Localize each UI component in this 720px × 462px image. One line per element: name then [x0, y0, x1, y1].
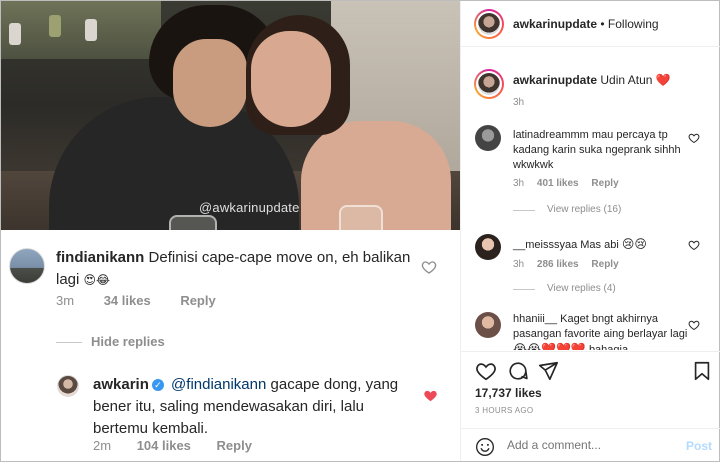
- photo-glass: [169, 215, 217, 230]
- bookmark-icon[interactable]: [691, 360, 713, 382]
- photo-window: [1, 1, 161, 59]
- comment-emoji: 😢😢: [621, 237, 647, 251]
- comment-username[interactable]: hhaniii__: [513, 313, 557, 325]
- comment-username[interactable]: awkarin: [93, 376, 149, 393]
- divider: [513, 210, 535, 211]
- header-account: awkarinupdate • Following: [513, 17, 659, 31]
- follow-status[interactable]: • Following: [600, 17, 658, 31]
- comment-meta: 3m 34 likes Reply: [56, 293, 242, 308]
- caption-username[interactable]: awkarinupdate: [513, 73, 597, 87]
- comment-text: findianikann Definisi cape-cape move on,…: [56, 247, 416, 291]
- post-button[interactable]: Post: [686, 439, 712, 453]
- comment-tail: bahagia: [588, 344, 629, 350]
- divider: [513, 289, 535, 290]
- comment-clip: hhaniii__ Kaget bngt akhirnya pasangan f…: [513, 312, 693, 350]
- post-sidebar: awkarinupdate • Following awkarinupdate …: [460, 1, 720, 461]
- view-replies-button[interactable]: View replies (4): [547, 283, 616, 294]
- emoji-icon[interactable]: [475, 437, 495, 457]
- like-heart-icon[interactable]: [421, 259, 437, 275]
- comment-meta: 2m 104 likes Reply: [93, 438, 274, 453]
- post-actions: 17,737 likes 3 HOURS AGO Post: [461, 351, 720, 461]
- like-heart-icon[interactable]: [688, 132, 700, 144]
- reply-button[interactable]: Reply: [591, 259, 618, 270]
- comment-username[interactable]: findianikann: [56, 249, 144, 266]
- comment-icon[interactable]: [507, 360, 529, 382]
- caption-text: Udin Atun: [600, 73, 653, 87]
- photo-vase: [9, 23, 21, 45]
- photo-vase: [85, 19, 97, 41]
- comment-text: __meisssyaa Mas abi 😢😢: [513, 237, 693, 253]
- caption-time: 3h: [513, 97, 525, 108]
- photo-man-face: [173, 39, 247, 127]
- avatar[interactable]: [57, 375, 79, 397]
- comment-time: 3h: [513, 259, 525, 270]
- left-panel: @awkarinupdate findianikann Definisi cap…: [1, 1, 460, 461]
- like-heart-icon[interactable]: [688, 319, 700, 331]
- add-comment-bar: Post: [461, 428, 720, 462]
- profile-avatar[interactable]: [474, 9, 504, 39]
- share-icon[interactable]: [537, 360, 559, 382]
- reply-button[interactable]: Reply: [180, 293, 215, 308]
- comment-emoji: 😍😂: [83, 273, 111, 287]
- comment-username[interactable]: __meisssyaa: [513, 239, 577, 251]
- comment-likes[interactable]: 401 likes: [537, 178, 579, 189]
- photo-watermark: @awkarinupdate: [199, 200, 300, 215]
- reply-button[interactable]: Reply: [217, 438, 252, 453]
- comment-text: hhaniii__ Kaget bngt akhirnya pasangan f…: [513, 312, 693, 350]
- caption: awkarinupdate Udin Atun ❤️: [513, 73, 671, 87]
- photo-vase: [49, 15, 61, 37]
- comment-likes[interactable]: 104 likes: [137, 438, 191, 453]
- verified-badge-icon: ✓: [151, 379, 164, 391]
- comment-time: 3m: [56, 293, 75, 308]
- comment-likes[interactable]: 34 likes: [104, 293, 151, 308]
- view-replies-button[interactable]: View replies (16): [547, 204, 621, 215]
- mention-link[interactable]: @findianikann: [171, 376, 266, 393]
- divider: [56, 342, 82, 343]
- avatar[interactable]: [475, 312, 501, 338]
- photo-woman-face: [251, 31, 331, 127]
- comment-text: latinadreammm mau percaya tp kadang kari…: [513, 128, 693, 173]
- heart-icon[interactable]: [475, 360, 497, 382]
- caption-avatar[interactable]: [474, 69, 504, 99]
- comment-body: Mas abi: [580, 239, 619, 251]
- comment-time: 2m: [93, 438, 112, 453]
- photo-glass: [339, 205, 383, 230]
- avatar[interactable]: [475, 125, 501, 151]
- comment-input[interactable]: [507, 438, 657, 452]
- caption-emoji: ❤️: [655, 73, 671, 87]
- liked-heart-icon[interactable]: [423, 388, 438, 403]
- account-username[interactable]: awkarinupdate: [513, 17, 597, 31]
- reply-button[interactable]: Reply: [591, 178, 618, 189]
- like-heart-icon[interactable]: [688, 239, 700, 251]
- zoomed-comments: findianikann Definisi cape-cape move on,…: [1, 230, 460, 461]
- post-header: awkarinupdate • Following: [461, 1, 720, 47]
- comment-username[interactable]: latinadreammm: [513, 129, 589, 141]
- comment-meta: 3h 401 likes Reply: [513, 178, 629, 189]
- post-photo: @awkarinupdate: [1, 1, 460, 230]
- hide-replies-button[interactable]: Hide replies: [91, 334, 165, 349]
- post-time: 3 HOURS AGO: [475, 406, 534, 415]
- avatar[interactable]: [9, 248, 45, 284]
- comment-meta: 3h 286 likes Reply: [513, 259, 629, 270]
- avatar[interactable]: [475, 234, 501, 260]
- likes-count[interactable]: 17,737 likes: [475, 386, 542, 400]
- comment-likes[interactable]: 286 likes: [537, 259, 579, 270]
- comment-emoji: 😭😭❤️❤️❤️: [513, 342, 586, 350]
- comment-time: 3h: [513, 178, 525, 189]
- reply-text: awkarin ✓ @findianikann gacape dong, yang…: [93, 374, 413, 440]
